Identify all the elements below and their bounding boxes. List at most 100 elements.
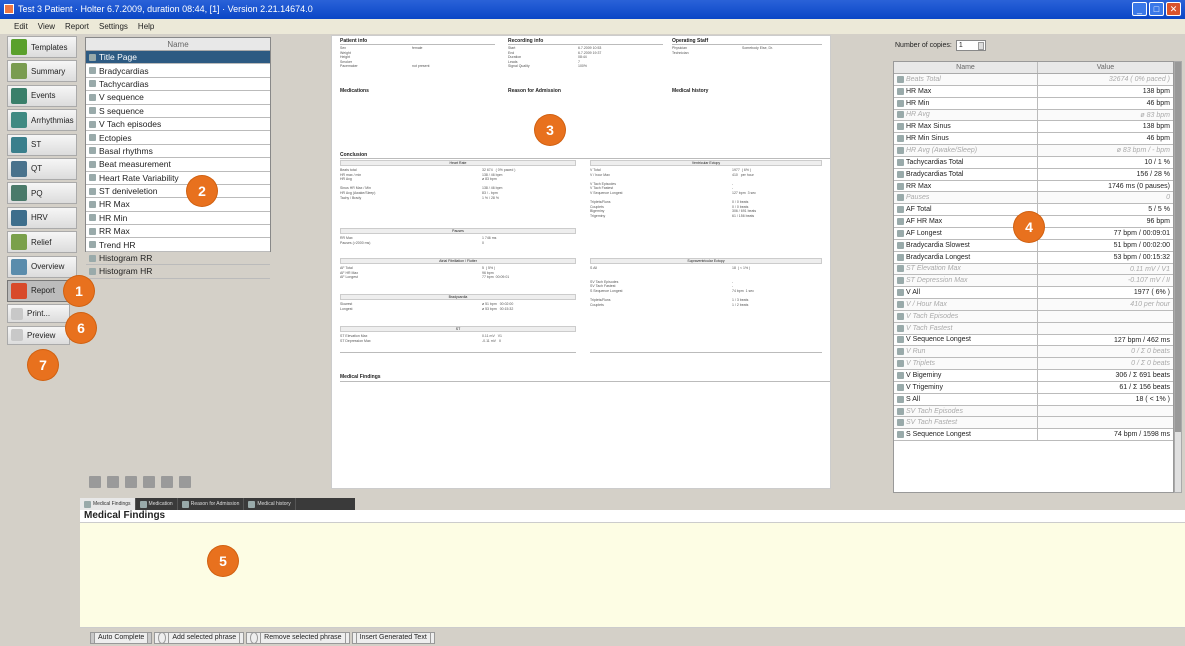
nav-pq-button[interactable]: PQ — [7, 182, 77, 205]
delete-icon[interactable] — [161, 476, 173, 488]
tab-medical-history[interactable]: Medical history — [244, 498, 296, 510]
check-icon[interactable] — [125, 476, 137, 488]
values-row[interactable]: HR Min Sinus 46 bpm — [894, 133, 1173, 146]
copies-input[interactable]: 1 — [955, 40, 986, 51]
nav-st-button[interactable]: ST — [7, 133, 77, 156]
values-scrollbar[interactable] — [1174, 61, 1182, 493]
section-item[interactable]: Heart Rate Variability — [86, 172, 270, 185]
nav-relief-button[interactable]: Relief — [7, 231, 77, 254]
print-button[interactable]: Print... — [7, 304, 70, 324]
section-item[interactable]: RR Max — [86, 225, 270, 239]
section-item[interactable]: Title Page — [86, 51, 270, 65]
copy-icon[interactable] — [143, 476, 155, 488]
nav-hrv-button[interactable]: HRV — [7, 206, 77, 229]
section-item[interactable]: Beat measurement — [86, 158, 270, 172]
auto-complete-button[interactable]: Auto Complete — [90, 632, 153, 644]
section-item[interactable]: HR Max — [86, 198, 270, 212]
section-item[interactable]: Bradycardias — [86, 64, 270, 78]
section-item[interactable]: Trend HR — [86, 238, 270, 252]
values-row[interactable]: Bradycardia Slowest 51 bpm / 00:02:00 — [894, 239, 1173, 252]
values-row[interactable]: SV Tach Episodes — [894, 405, 1173, 418]
insert-generated-text-button[interactable]: Insert Generated Text — [351, 632, 435, 644]
values-row[interactable]: HR Min 46 bpm — [894, 97, 1173, 110]
remove-selected-phrase-button[interactable]: Remove selected phrase — [246, 632, 350, 644]
nav-label: Summary — [31, 66, 66, 76]
page-icon[interactable] — [179, 476, 191, 488]
row-icon — [897, 289, 904, 297]
add-icon — [158, 632, 167, 644]
values-row-value: 410 per hour — [1130, 301, 1170, 309]
section-item[interactable]: V Tach episodes — [86, 118, 270, 132]
values-row-value: 0 — [1166, 194, 1170, 202]
tab-medical-findings[interactable]: Medical Findings — [80, 498, 136, 510]
values-row[interactable]: Tachycardias Total 10 / 1 % — [894, 156, 1173, 169]
values-row-name: V Triplets — [894, 358, 1038, 370]
values-row[interactable]: HR Avg (Awake/Sleep) ø 83 bpm / - bpm — [894, 145, 1173, 157]
button-label: Insert Generated Text — [355, 632, 431, 644]
tab-label: Medication — [148, 501, 173, 507]
scrollbar-thumb[interactable] — [1175, 62, 1181, 432]
section-item[interactable]: Histogram HR — [86, 265, 270, 279]
menu-view[interactable]: View — [38, 19, 55, 34]
doc-af-block: AF Total AF HR Max AF Longest — [340, 266, 359, 280]
values-row[interactable]: HR Max 138 bpm — [894, 85, 1173, 98]
values-row[interactable]: RR Max 1746 ms (0 pauses) — [894, 180, 1173, 193]
nav-events-button[interactable]: Events — [7, 84, 77, 107]
doc-s-block: S All SV Tach Episodes SV Tach Fastest S Se… — [590, 266, 623, 307]
move-up-icon[interactable] — [89, 476, 101, 488]
move-down-icon[interactable] — [107, 476, 119, 488]
values-row[interactable]: V Run 0 / Σ 0 beats — [894, 346, 1173, 359]
values-row[interactable]: V All 1977 ( 6% ) — [894, 287, 1173, 300]
section-item[interactable]: Histogram RR — [86, 252, 270, 266]
menu-settings[interactable]: Settings — [99, 19, 128, 34]
values-row[interactable]: V Sequence Longest 127 bpm / 462 ms — [894, 334, 1173, 347]
values-row[interactable]: ST Depression Max -0.107 mV / II — [894, 275, 1173, 288]
menu-help[interactable]: Help — [138, 19, 154, 34]
nav-summary-button[interactable]: Summary — [7, 60, 77, 83]
values-row[interactable]: V Tach Episodes — [894, 310, 1173, 323]
values-row[interactable]: V Tach Fastest — [894, 322, 1173, 335]
maximize-button[interactable]: □ — [1149, 2, 1164, 16]
nav-overview-button[interactable]: Overview — [7, 255, 77, 278]
minimize-button[interactable]: _ — [1132, 2, 1147, 16]
section-item[interactable]: Ectopies — [86, 131, 270, 145]
section-item-icon — [89, 134, 96, 142]
values-row[interactable]: SV Tach Fastest — [894, 417, 1173, 430]
section-item[interactable]: Tachycardias — [86, 78, 270, 92]
values-row[interactable]: ST Elevation Max 0.11 mV / V1 — [894, 263, 1173, 276]
values-row[interactable]: V Bigeminy 306 / Σ 691 beats — [894, 370, 1173, 382]
add-selected-phrase-button[interactable]: Add selected phrase — [154, 632, 245, 644]
callout-badge: 4 — [1014, 212, 1044, 242]
section-item[interactable]: ST deniveletion — [86, 185, 270, 199]
values-row[interactable]: Bradycardia Longest 53 bpm / 00:15:32 — [894, 251, 1173, 264]
section-item[interactable]: S sequence — [86, 105, 270, 118]
section-item[interactable]: Basal rhythms — [86, 145, 270, 159]
printer-icon — [11, 307, 23, 320]
nav-templates-button[interactable]: Templates — [7, 36, 77, 58]
values-row[interactable]: Beats Total 32674 ( 0% paced ) — [894, 74, 1173, 86]
templates-icon — [11, 39, 27, 55]
copies-spinner[interactable] — [977, 42, 984, 50]
menu-report[interactable]: Report — [65, 19, 89, 34]
values-row-name: RR Max — [894, 180, 1038, 192]
values-row[interactable]: V / Hour Max 410 per hour — [894, 299, 1173, 311]
close-button[interactable]: ✕ — [1166, 2, 1181, 16]
findings-textarea[interactable] — [80, 522, 1185, 628]
values-row[interactable]: S Sequence Longest 74 bpm / 1598 ms — [894, 429, 1173, 442]
nav-qt-button[interactable]: QT — [7, 157, 77, 180]
menu-edit[interactable]: Edit — [14, 19, 28, 34]
values-row[interactable]: HR Avg ø 83 bpm — [894, 109, 1173, 122]
values-row[interactable]: V Triplets 0 / Σ 0 beats — [894, 358, 1173, 371]
nav-label: QT — [31, 164, 43, 174]
tab-medication[interactable]: Medication — [136, 498, 178, 510]
values-row[interactable]: V Trigeminy 61 / Σ 156 beats — [894, 381, 1173, 394]
preview-button[interactable]: Preview — [7, 325, 70, 345]
nav-arrhythmias-button[interactable]: Arrhythmias — [7, 109, 77, 132]
section-item[interactable]: V sequence — [86, 91, 270, 105]
values-row[interactable]: HR Max Sinus 138 bpm — [894, 121, 1173, 134]
section-item[interactable]: HR Min — [86, 212, 270, 226]
values-row[interactable]: Pauses 0 — [894, 192, 1173, 205]
tab-reason-for-admission[interactable]: Reason for Admission — [178, 498, 245, 510]
values-row[interactable]: Bradycardias Total 156 / 28 % — [894, 168, 1173, 181]
values-row[interactable]: S All 18 ( < 1% ) — [894, 393, 1173, 406]
